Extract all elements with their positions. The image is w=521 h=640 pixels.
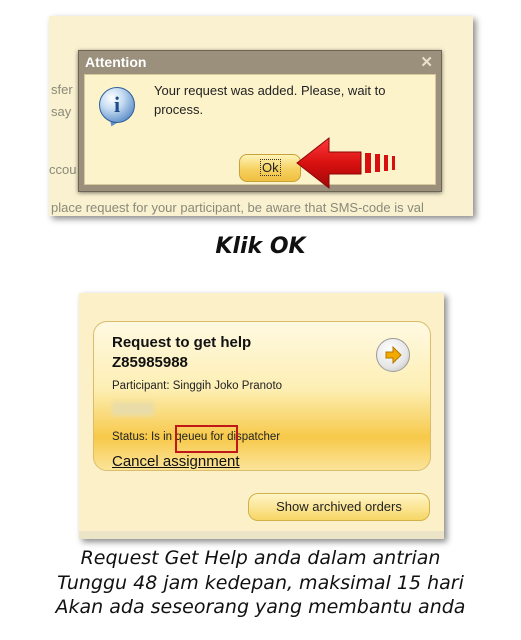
background-text: say bbox=[51, 104, 72, 119]
request-card: Request to get help Z85985988 Participan… bbox=[93, 321, 431, 471]
info-icon: i bbox=[99, 87, 135, 123]
background-text: ccou bbox=[49, 162, 77, 177]
close-icon[interactable]: ✕ bbox=[420, 53, 433, 71]
caption-queue-info: Request Get Help anda dalam antrian Tung… bbox=[0, 546, 521, 620]
red-arrow-icon bbox=[296, 136, 395, 190]
participant-label: Participant: Singgih Joko Pranoto bbox=[112, 380, 283, 392]
background-text: place request for your participant, be a… bbox=[51, 200, 424, 215]
request-id: Z85985988 bbox=[112, 354, 188, 371]
arrow-right-icon bbox=[385, 346, 402, 364]
screenshot-attention-dialog: sfer say ccou place request for your par… bbox=[49, 16, 473, 216]
blurred-field bbox=[112, 402, 154, 416]
background-text: sfer bbox=[51, 82, 73, 97]
go-button[interactable] bbox=[376, 338, 410, 372]
ok-button-label: Ok bbox=[260, 159, 281, 176]
screenshot-request-card: Request to get help Z85985988 Participan… bbox=[79, 293, 444, 539]
ok-button[interactable]: Ok bbox=[239, 154, 301, 182]
cancel-assignment-link[interactable]: Cancel assignment bbox=[112, 453, 240, 470]
status-highlight-box bbox=[175, 425, 238, 453]
show-archived-orders-button[interactable]: Show archived orders bbox=[248, 493, 430, 521]
caption-line-1: Request Get Help anda dalam antrian bbox=[80, 547, 441, 569]
caption-line-2: Tunggu 48 jam kedepan, maksimal 15 hari bbox=[57, 571, 464, 594]
caption-line-3: Akan ada seseorang yang membantu anda bbox=[55, 596, 466, 618]
dialog-title: Attention bbox=[85, 54, 147, 70]
footer-strip bbox=[79, 531, 444, 539]
request-title: Request to get help bbox=[112, 334, 252, 351]
caption-click-ok: Klik OK bbox=[215, 234, 306, 259]
dialog-message: Your request was added. Please, wait to … bbox=[154, 83, 386, 117]
